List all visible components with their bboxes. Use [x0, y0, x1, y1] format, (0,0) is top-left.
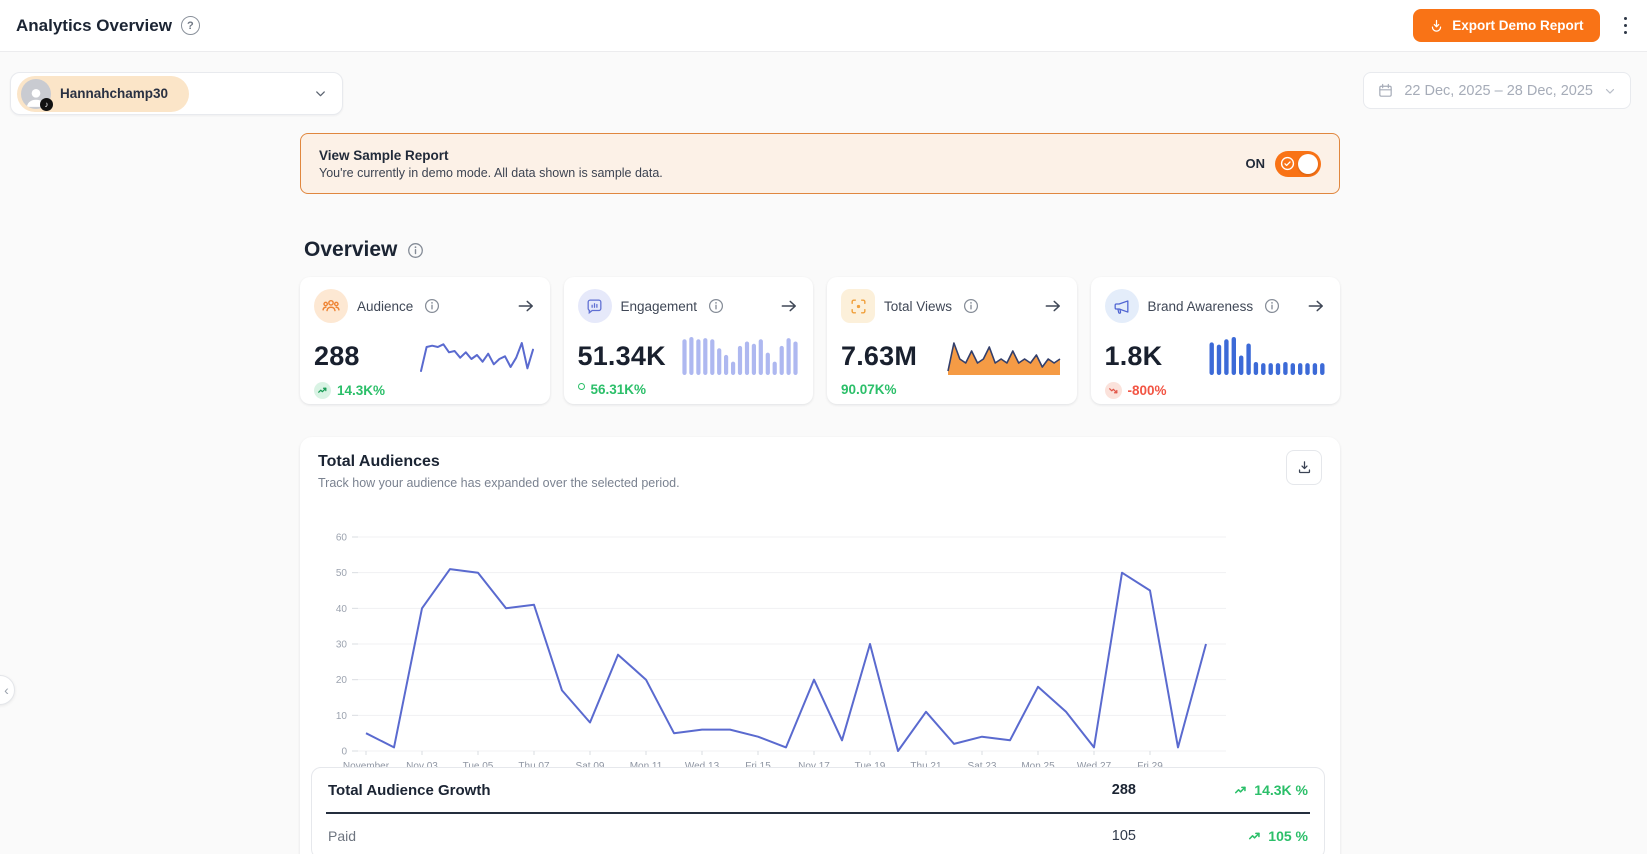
card-change-value: 56.31K%	[590, 382, 647, 397]
sample-report-banner: View Sample Report You're currently in d…	[300, 133, 1340, 194]
dot-icon	[577, 383, 585, 390]
audience-icon	[314, 289, 348, 323]
card-label: Audience	[357, 298, 414, 314]
svg-text:60: 60	[336, 533, 348, 544]
total-views-card: Total Views 7.63M 90.07K%	[827, 277, 1077, 404]
brand-awareness-sparkline	[1208, 335, 1326, 377]
toggle-state-label: ON	[1245, 156, 1266, 171]
audience-growth-table: Total Audience Growth 288 14.3K % Paid 1…	[311, 767, 1325, 854]
trend-down-icon	[1104, 382, 1122, 399]
total-views-sparkline	[945, 335, 1063, 377]
svg-text:30: 30	[336, 640, 348, 651]
arrow-right-icon[interactable]	[1306, 296, 1326, 316]
calendar-icon	[1377, 82, 1394, 99]
audience-sparkline	[418, 335, 536, 377]
arrow-right-icon[interactable]	[516, 296, 536, 316]
card-label: Engagement	[620, 298, 698, 314]
info-icon[interactable]	[424, 298, 440, 314]
card-label: Total Views	[884, 298, 953, 314]
row-value: 105	[1111, 828, 1136, 844]
row-label: Total Audience Growth	[328, 781, 491, 799]
chart-subtitle: Track how your audience has expanded ove…	[318, 476, 680, 490]
banner-subtitle: You're currently in demo mode. All data …	[319, 165, 663, 180]
toggle-knob	[1298, 153, 1318, 174]
card-value: 51.34K	[577, 340, 666, 371]
arrow-right-icon[interactable]	[1043, 296, 1063, 316]
engagement-card: Engagement 51.34K 56.31K%	[563, 277, 813, 404]
sample-report-toggle[interactable]	[1275, 150, 1321, 177]
kpi-cards-row: Audience 288 14.3K% Engagement 51.34K 56…	[300, 277, 1340, 404]
svg-text:0: 0	[341, 747, 347, 758]
download-icon	[1429, 18, 1444, 33]
chevron-down-icon	[313, 86, 328, 101]
total-audiences-card: Total Audiences Track how your audience …	[300, 437, 1340, 854]
overview-title: Overview	[304, 238, 398, 261]
table-row: Total Audience Growth 288 14.3K %	[326, 768, 1310, 814]
info-icon[interactable]	[708, 298, 724, 314]
svg-text:40: 40	[336, 604, 348, 615]
account-name: Hannahchamp30	[60, 86, 169, 101]
avatar: ♪	[21, 78, 53, 111]
trend-up-icon	[1234, 783, 1248, 797]
info-icon[interactable]	[1264, 298, 1280, 314]
trend-up-icon	[1248, 829, 1262, 843]
chevron-down-icon	[1603, 84, 1617, 98]
audience-card: Audience 288 14.3K%	[300, 277, 550, 404]
info-icon[interactable]	[963, 298, 979, 314]
trend-up-icon	[314, 382, 331, 399]
svg-text:20: 20	[336, 675, 348, 686]
top-bar: Analytics Overview ? Export Demo Report	[0, 0, 1647, 52]
export-button-label: Export Demo Report	[1452, 18, 1584, 33]
brand-awareness-card: Brand Awareness 1.8K -800%	[1090, 277, 1340, 404]
page-title: Analytics Overview	[16, 15, 172, 35]
card-change-value: -800%	[1127, 383, 1167, 398]
row-value: 288	[1111, 782, 1136, 798]
card-label: Brand Awareness	[1147, 298, 1254, 314]
card-change-value: 90.07K%	[841, 382, 897, 397]
card-value: 1.8K	[1104, 340, 1163, 371]
row-change: 105 %	[1268, 828, 1308, 844]
banner-title: View Sample Report	[319, 147, 449, 163]
row-change: 14.3K %	[1254, 782, 1308, 798]
engagement-sparkline	[681, 335, 799, 377]
account-selector[interactable]: ♪ Hannahchamp30	[10, 72, 343, 115]
row-label: Paid	[328, 828, 357, 844]
sidebar-collapse-button[interactable]: ‹	[0, 675, 15, 705]
table-row: Paid 105 105 %	[326, 814, 1310, 854]
engagement-icon	[577, 289, 612, 323]
brand-awareness-icon	[1104, 289, 1139, 323]
card-value: 7.63M	[841, 340, 918, 371]
card-change-value: 14.3K%	[337, 383, 386, 398]
chart-download-button[interactable]	[1286, 450, 1322, 485]
svg-text:50: 50	[336, 568, 348, 579]
total-views-icon	[841, 289, 875, 323]
svg-text:10: 10	[336, 711, 348, 722]
chart-title: Total Audiences	[318, 453, 440, 470]
kebab-menu-icon[interactable]	[1620, 13, 1632, 39]
download-icon	[1296, 459, 1313, 476]
toolbar-row: ♪ Hannahchamp30 22 Dec, 2025 – 28 Dec, 2…	[10, 72, 1631, 115]
analytics-dashboard: { "header": { "title": "Analytics Overvi…	[0, 0, 1647, 854]
date-range-picker[interactable]: 22 Dec, 2025 – 28 Dec, 2025	[1363, 72, 1631, 109]
check-circle-icon	[1280, 156, 1295, 171]
card-value: 288	[314, 340, 360, 371]
info-icon[interactable]	[407, 242, 424, 259]
tiktok-badge-icon: ♪	[40, 97, 53, 111]
export-demo-report-button[interactable]: Export Demo Report	[1413, 9, 1600, 42]
date-range-label: 22 Dec, 2025 – 28 Dec, 2025	[1404, 82, 1593, 99]
help-icon[interactable]: ?	[180, 16, 200, 35]
account-pill: ♪ Hannahchamp30	[17, 75, 189, 112]
total-audiences-chart: 0102030405060NovemberNov 03Tue 05Thu 07S…	[318, 507, 1233, 775]
arrow-right-icon[interactable]	[779, 296, 799, 316]
